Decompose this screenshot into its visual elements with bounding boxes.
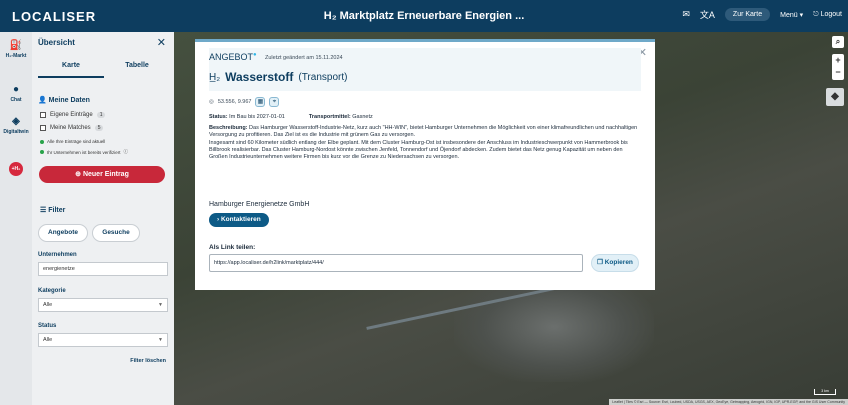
verification-note: Ihr Unternehmen ist bereits verifiziert … xyxy=(40,149,128,155)
mail-icon[interactable]: ✉ xyxy=(682,9,690,20)
share-link-label: Als Link teilen: xyxy=(209,244,256,251)
view-toggle-button[interactable]: Zur Karte xyxy=(724,8,771,21)
my-matches-checkbox[interactable]: Meine Matches 5 xyxy=(40,125,104,131)
logout-button[interactable]: ⎋ Logout xyxy=(813,11,842,19)
company-name: Hamburger Energienetze GmbH xyxy=(209,201,310,208)
top-bar: LOCALISER H₂ Marktplatz Erneuerbare Ener… xyxy=(0,0,848,32)
layers-control-icon[interactable]: ◆ xyxy=(826,88,844,106)
map-attribution: Leaflet | Tiles © Esri — Source: Esri, i… xyxy=(609,399,848,405)
company-label: Unternehmen xyxy=(38,252,77,258)
zoom-in-button[interactable]: + xyxy=(832,54,844,66)
chevron-right-icon: › xyxy=(217,216,220,223)
offer-title: H̲₂ Wasserstoff (Transport) xyxy=(209,70,348,84)
info-icon[interactable]: ⓘ xyxy=(124,149,129,155)
status-select[interactable]: Alle ▼ xyxy=(38,333,168,347)
filter-angebote-button[interactable]: Angebote xyxy=(38,224,88,242)
rail-item-digitaltwin[interactable]: ◈ Digitaltwin xyxy=(0,116,32,135)
map-scale: 3 km xyxy=(814,389,836,395)
offer-detail-modal: ✕ ANGEBOT● Zuletzt geändert am 15.11.202… xyxy=(195,39,655,290)
entries-status-note: Alle Ihre Einträge sind aktuell xyxy=(40,139,105,144)
my-data-title: 👤 Meine Daten xyxy=(38,97,90,104)
status-row: Status: Im Bau bis 2027-01-01 Transportm… xyxy=(209,114,373,120)
zoom-out-button[interactable]: − xyxy=(832,66,844,78)
translate-icon[interactable]: 文A xyxy=(700,8,715,21)
hydrogen-icon: H̲₂ xyxy=(209,71,221,83)
company-input[interactable]: energienetze xyxy=(38,262,168,276)
count-badge: 1 xyxy=(96,112,106,118)
search-icon[interactable]: ⌕ xyxy=(832,36,844,48)
menu-button[interactable]: Menü ▾ xyxy=(780,11,803,19)
map-pin-icon[interactable]: ⌖ xyxy=(269,97,280,107)
layers-icon: ◈ xyxy=(12,116,20,127)
status-dot xyxy=(40,150,44,154)
copy-icon: ❐ xyxy=(597,259,603,266)
rail-item-h2-markt[interactable]: ⛽ H₂-Markt xyxy=(0,40,32,59)
tab-karte[interactable]: Karte xyxy=(38,62,104,78)
filter-reset-link[interactable]: Filter löschen xyxy=(130,358,166,364)
location-pin-icon: ◎ xyxy=(209,99,214,105)
category-select[interactable]: Alle ▼ xyxy=(38,298,168,312)
new-entry-button[interactable]: ⊕ Neuer Eintrag xyxy=(39,166,165,183)
chat-icon: ● xyxy=(12,84,20,95)
plus-h2-icon: ⊕ xyxy=(75,171,81,178)
coordinates-row: ◎ 53.556, 9.967 ▦ ⌖ xyxy=(209,97,280,107)
own-entries-checkbox[interactable]: Eigene Einträge 1 xyxy=(40,112,106,118)
filter-icon: ☰ xyxy=(40,207,47,214)
count-badge: 5 xyxy=(94,125,104,131)
user-icon: 👤 xyxy=(38,97,47,104)
filter-title: ☰ Filter xyxy=(40,207,66,214)
filter-gesuche-button[interactable]: Gesuche xyxy=(92,224,140,242)
offer-description: Beschreibung: Das Hamburger Wasserstoff-… xyxy=(209,125,638,161)
checkbox[interactable] xyxy=(40,125,46,131)
status-label: Status xyxy=(38,323,57,329)
status-dot xyxy=(40,139,44,144)
status-field: Status: Im Bau bis 2027-01-01 xyxy=(209,114,285,120)
share-link-input[interactable]: https://app.localiser.de/h2link/marktpla… xyxy=(209,254,583,272)
panel-title: Übersicht xyxy=(38,38,75,47)
rail-item-chat[interactable]: ● Chat xyxy=(0,84,32,103)
chevron-down-icon: ▼ xyxy=(158,302,163,308)
contact-button[interactable]: › Kontaktieren xyxy=(209,213,269,227)
close-icon[interactable]: ✕ xyxy=(157,36,166,49)
overview-panel: Übersicht ✕ Karte Tabelle 👤 Meine Daten … xyxy=(32,32,174,405)
copy-button[interactable]: ❐ Kopieren xyxy=(591,254,639,272)
h2-badge[interactable]: +H₂ xyxy=(9,162,23,176)
modal-header: ANGEBOT● Zuletzt geändert am 15.11.2024 … xyxy=(209,48,641,91)
zoom-control: + − xyxy=(832,54,844,80)
transport-field: Transportmittel: Gasnetz xyxy=(308,114,373,120)
checkbox[interactable] xyxy=(40,112,46,118)
left-rail: ⛽ H₂-Markt ● Chat ◈ Digitaltwin +H₂ xyxy=(0,32,32,405)
tab-tabelle[interactable]: Tabelle xyxy=(104,62,170,69)
last-updated: Zuletzt geändert am 15.11.2024 xyxy=(265,55,343,61)
offer-type-badge: ANGEBOT● xyxy=(209,52,257,62)
tank-icon: ⛽ xyxy=(9,40,23,51)
calendar-icon[interactable]: ▦ xyxy=(255,97,266,107)
view-tabs: Karte Tabelle xyxy=(38,62,170,78)
logout-icon: ⎋ xyxy=(813,10,819,18)
category-label: Kategorie xyxy=(38,288,66,294)
top-actions: ✉ 文A Zur Karte Menü ▾ ⎋ Logout xyxy=(682,8,842,21)
chevron-down-icon: ▼ xyxy=(158,337,163,343)
star-icon: ● xyxy=(253,52,257,58)
